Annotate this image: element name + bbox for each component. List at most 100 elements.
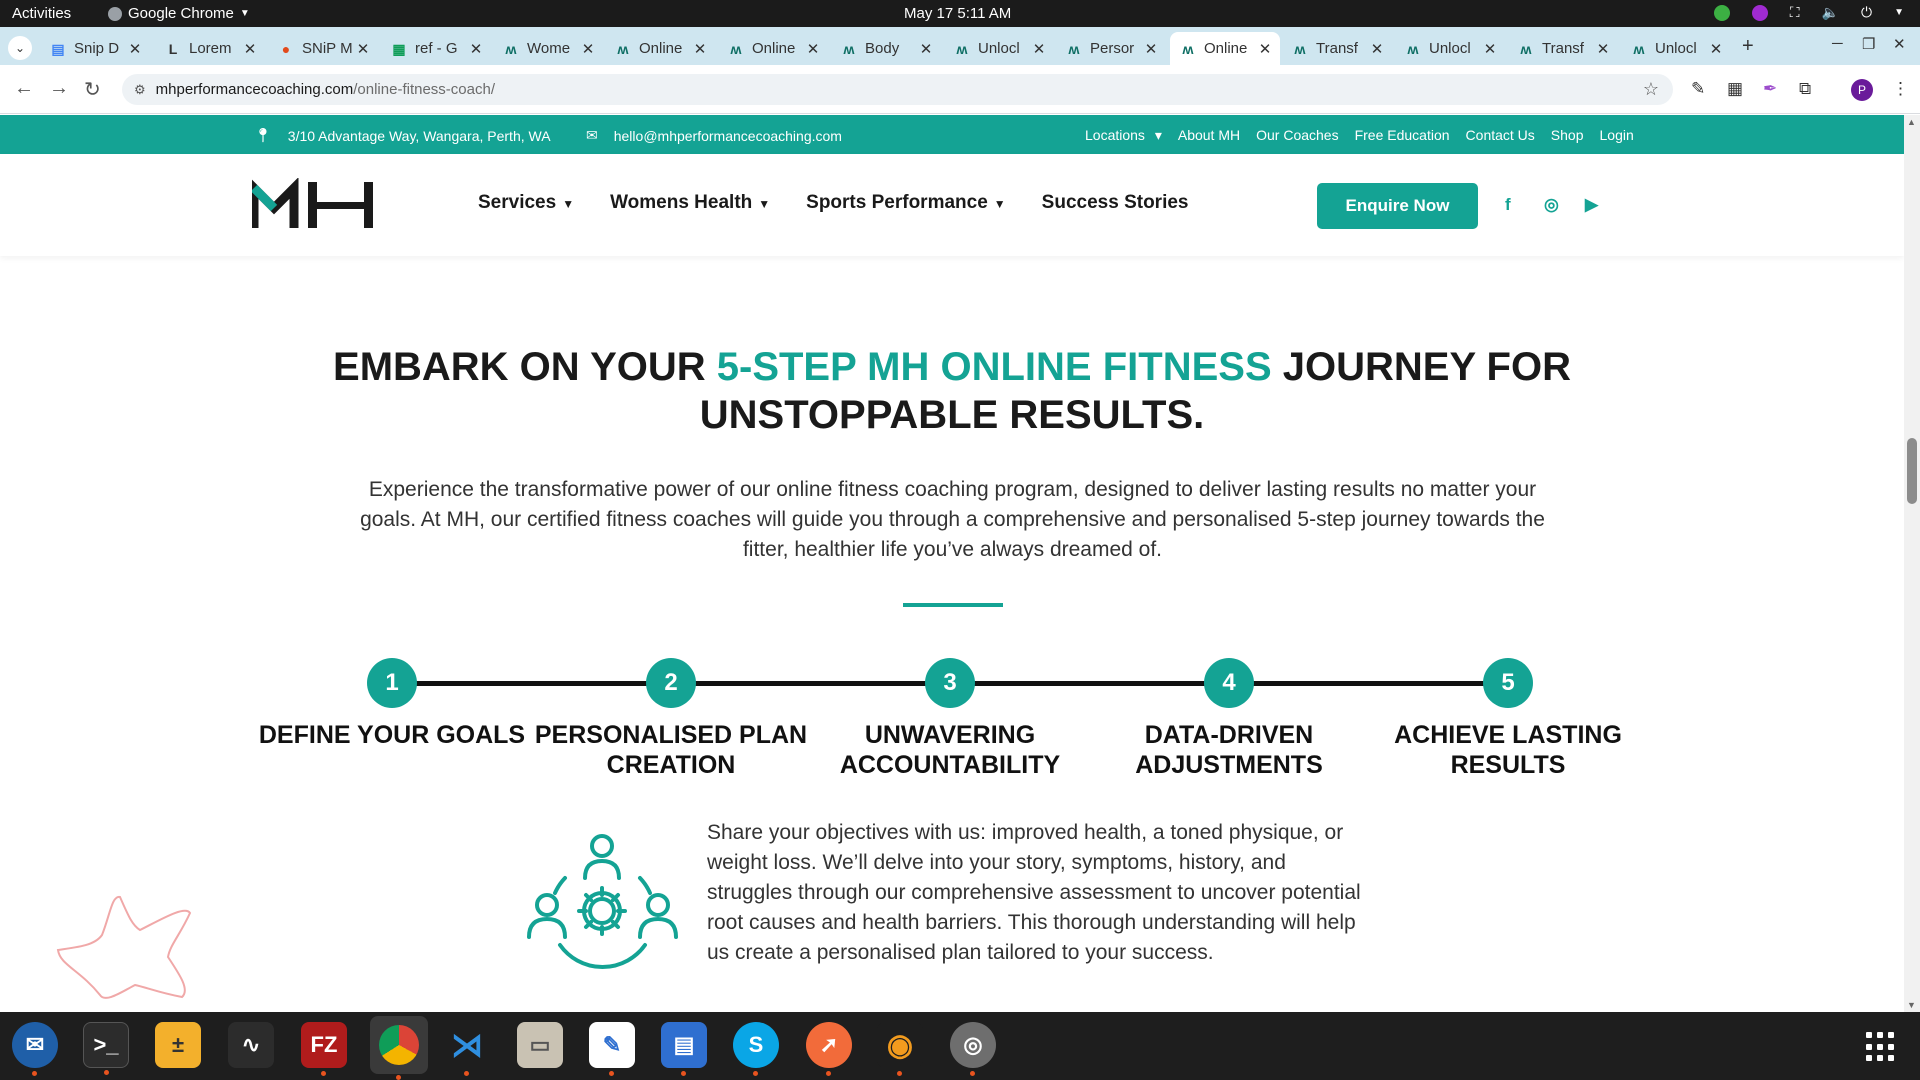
tab-4[interactable]: ▦ ref - G ✕ [381, 32, 491, 65]
thunderbird-icon[interactable]: ✉ [12, 1022, 58, 1076]
minimize-icon[interactable]: ─ [1832, 35, 1843, 52]
address-bar[interactable]: ⚙ mhperformancecoaching.com/online-fitne… [122, 74, 1673, 105]
tab-title: Unlocl [1429, 40, 1471, 57]
calculator-icon[interactable]: ± [155, 1022, 201, 1068]
close-tab-icon[interactable]: ✕ [917, 40, 935, 58]
top-link-free-education[interactable]: Free Education [1355, 127, 1450, 144]
scroll-up-icon[interactable]: ▲ [1907, 117, 1916, 127]
show-apps-icon[interactable] [1866, 1032, 1896, 1062]
back-icon[interactable]: ← [14, 77, 34, 100]
close-tab-icon[interactable]: ✕ [241, 40, 259, 58]
close-tab-icon[interactable]: ✕ [1707, 40, 1725, 58]
close-tab-icon[interactable]: ✕ [467, 40, 485, 58]
profile-avatar[interactable]: P [1851, 79, 1873, 101]
scrollbar-thumb[interactable] [1907, 438, 1917, 504]
tab-15[interactable]: ʍ Unlocl ✕ [1621, 32, 1731, 65]
filezilla-icon[interactable]: FZ [301, 1022, 347, 1076]
email-info[interactable]: ✉ hello@mhperformancecoaching.com [586, 127, 842, 144]
bookmark-star-icon[interactable]: ☆ [1643, 79, 1659, 100]
youtube-icon[interactable]: ▶ [1585, 195, 1598, 215]
tab-12[interactable]: ʍ Transf ✕ [1282, 32, 1392, 65]
top-link-our-coaches[interactable]: Our Coaches [1256, 127, 1338, 144]
nav-services[interactable]: Services ▼ [478, 192, 574, 214]
close-window-icon[interactable]: ✕ [1893, 35, 1906, 53]
close-tab-icon[interactable]: ✕ [1481, 40, 1499, 58]
step-number-badge[interactable]: 5 [1483, 658, 1533, 708]
tab-1[interactable]: ▤ Snip D ✕ [40, 32, 150, 65]
scroll-down-icon[interactable]: ▼ [1907, 1000, 1916, 1010]
instagram-icon[interactable]: ◎ [1544, 195, 1559, 215]
section-divider [903, 603, 1003, 607]
restore-icon[interactable]: ❐ [1862, 35, 1875, 53]
pen-extension-icon[interactable]: ✒ [1763, 79, 1777, 99]
reload-icon[interactable]: ↻ [84, 77, 101, 102]
clock[interactable]: May 17 5:11 AM [904, 5, 1011, 22]
step-number-badge[interactable]: 4 [1204, 658, 1254, 708]
tab-9[interactable]: ʍ Unlocl ✕ [944, 32, 1054, 65]
tab-7[interactable]: ʍ Online ✕ [718, 32, 828, 65]
close-tab-icon[interactable]: ✕ [691, 40, 709, 58]
tab-11[interactable]: ʍ Online ✕ [1170, 32, 1280, 65]
close-tab-icon[interactable]: ✕ [126, 40, 144, 58]
top-link-shop[interactable]: Shop [1551, 127, 1584, 144]
step-number-badge[interactable]: 1 [367, 658, 417, 708]
tab-14[interactable]: ʍ Transf ✕ [1508, 32, 1618, 65]
close-tab-icon[interactable]: ✕ [804, 40, 822, 58]
activities-button[interactable]: Activities [12, 5, 71, 22]
blender-icon[interactable]: ◉ [877, 1022, 923, 1076]
step-number-badge[interactable]: 3 [925, 658, 975, 708]
tab-2[interactable]: L Lorem ✕ [155, 32, 265, 65]
tab-6[interactable]: ʍ Online ✕ [605, 32, 715, 65]
close-tab-icon[interactable]: ✕ [1142, 40, 1160, 58]
close-tab-icon[interactable]: ✕ [1030, 40, 1048, 58]
nav-sports-performance[interactable]: Sports Performance ▼ [806, 192, 1006, 214]
top-link-locations[interactable]: Locations ▾ [1085, 127, 1162, 144]
top-link-label: Our Coaches [1256, 127, 1339, 143]
system-monitor-icon[interactable]: ∿ [228, 1022, 274, 1068]
site-info-icon[interactable]: ⚙ [134, 82, 146, 98]
top-link-about-mh[interactable]: About MH [1178, 127, 1240, 144]
forward-icon[interactable]: → [49, 77, 69, 100]
files-icon[interactable]: ▭ [517, 1022, 563, 1068]
close-tab-icon[interactable]: ✕ [1594, 40, 1612, 58]
tab-5[interactable]: ʍ Wome ✕ [493, 32, 603, 65]
close-tab-icon[interactable]: ✕ [579, 40, 597, 58]
app-name: Google Chrome [128, 5, 234, 22]
step-number-badge[interactable]: 2 [646, 658, 696, 708]
tab-search-button[interactable]: ⌄ [8, 36, 32, 60]
vscode-icon[interactable]: ⋊ [444, 1022, 490, 1076]
system-tray[interactable]: ⛶ 🔈 ⏻ ▼ [1713, 4, 1904, 21]
text-editor-icon[interactable]: ✎ [589, 1022, 635, 1076]
top-link-label: Login [1599, 127, 1634, 143]
nav-womens-health[interactable]: Womens Health ▼ [610, 192, 770, 214]
tab-3[interactable]: ● SNiP M ✕ [268, 32, 378, 65]
facebook-icon[interactable]: f [1505, 195, 1511, 215]
close-tab-icon[interactable]: ✕ [1368, 40, 1386, 58]
extensions-puzzle-icon[interactable]: ⧉ [1799, 79, 1811, 99]
eyedropper-icon[interactable]: ✎ [1691, 79, 1705, 99]
writer-icon[interactable]: ▤ [661, 1022, 707, 1076]
hero-title: EMBARK ON YOUR 5-STEP MH ONLINE FITNESS … [252, 343, 1652, 439]
nav-success-stories[interactable]: Success Stories [1042, 192, 1189, 214]
chrome-icon[interactable] [370, 1016, 428, 1080]
address-info[interactable]: 📍︎ 3/10 Advantage Way, Wangara, Perth, W… [254, 127, 551, 144]
close-tab-icon[interactable]: ✕ [354, 40, 372, 58]
top-link-contact-us[interactable]: Contact Us [1466, 127, 1535, 144]
chrome-menu-icon[interactable]: ⋮ [1892, 79, 1909, 99]
tab-8[interactable]: ʍ Body ✕ [831, 32, 941, 65]
tab-10[interactable]: ʍ Persor ✕ [1056, 32, 1166, 65]
postman-icon[interactable]: ➚ [806, 1022, 852, 1076]
disk-icon[interactable]: ◎ [950, 1022, 996, 1076]
step-1: 1 DEFINE YOUR GOALS [252, 658, 532, 750]
calendar-extension-icon[interactable]: ▦ [1727, 79, 1743, 99]
tab-13[interactable]: ʍ Unlocl ✕ [1395, 32, 1505, 65]
close-tab-icon[interactable]: ✕ [1256, 40, 1274, 58]
top-link-login[interactable]: Login [1600, 127, 1634, 144]
enquire-now-button[interactable]: Enquire Now [1317, 183, 1478, 229]
mh-logo[interactable] [252, 178, 377, 230]
skype-icon[interactable]: S [733, 1022, 779, 1076]
page-scrollbar[interactable]: ▲ ▼ [1904, 115, 1920, 1012]
new-tab-button[interactable]: + [1742, 35, 1754, 58]
terminal-icon[interactable]: >_ [83, 1022, 129, 1075]
app-menu[interactable]: Google Chrome ▼ [108, 5, 250, 22]
